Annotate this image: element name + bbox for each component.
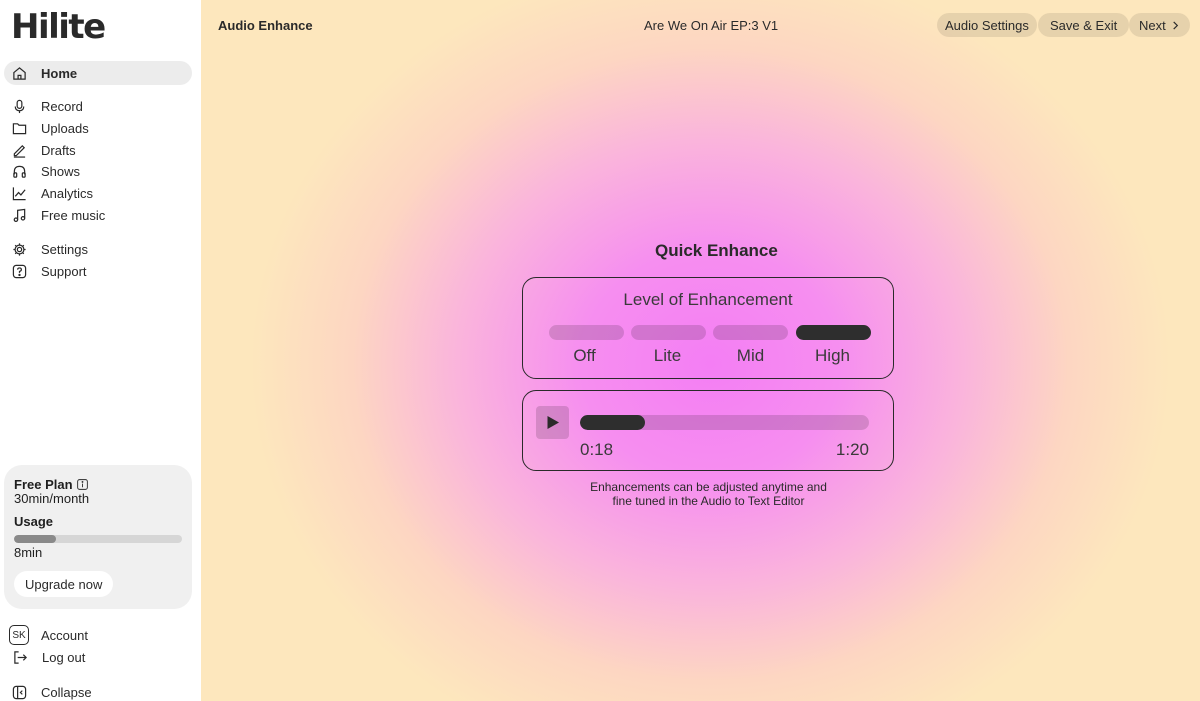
sidebar-item-record[interactable]: Record (4, 94, 192, 118)
usage-value: 8min (14, 545, 43, 560)
usage-label: Usage (14, 514, 54, 529)
save-exit-button[interactable]: Save & Exit (1038, 13, 1130, 37)
sidebar-item-label: Free music (41, 207, 106, 223)
level-off-label[interactable]: Off (547, 346, 622, 366)
sidebar-item-label: Settings (41, 241, 88, 257)
sidebar-item-account[interactable]: SK Account (4, 623, 192, 647)
folder-icon (11, 120, 27, 136)
collapse-icon (11, 684, 27, 700)
level-mid-label[interactable]: Mid (713, 346, 788, 366)
current-time: 0:18 (580, 440, 614, 459)
sidebar-item-home[interactable]: Home (4, 61, 192, 85)
audio-settings-button[interactable]: Audio Settings (937, 13, 1037, 37)
quick-enhance-title: Quick Enhance (655, 241, 778, 260)
chart-icon (11, 185, 27, 201)
sidebar-item-label: Collapse (41, 684, 92, 700)
sidebar-item-collapse[interactable]: Collapse (4, 680, 192, 701)
next-button[interactable]: Next (1129, 13, 1190, 37)
level-off-segment[interactable] (549, 325, 624, 340)
sidebar-item-label: Uploads (41, 120, 89, 136)
app-logo[interactable]: Hilite (11, 9, 106, 45)
seek-bar[interactable] (580, 415, 869, 430)
headphones-icon (11, 163, 27, 179)
level-high-segment[interactable] (796, 325, 871, 340)
sidebar-item-label: Drafts (41, 142, 76, 158)
level-lite-segment[interactable] (631, 325, 706, 340)
enhancement-note: Enhancements can be adjusted anytime and… (590, 480, 827, 508)
gear-icon (11, 241, 27, 257)
enhancement-level-selector: Level of Enhancement Off Lite Mid High (522, 277, 894, 379)
plan-allowance: 30min/month (14, 491, 90, 506)
help-icon (11, 263, 27, 279)
chevron-right-icon (1173, 20, 1178, 30)
sidebar-item-logout[interactable]: Log out (4, 645, 192, 669)
sidebar-item-settings[interactable]: Settings (4, 237, 192, 261)
upgrade-button[interactable]: Upgrade now (14, 571, 114, 597)
page-title: Audio Enhance (218, 18, 313, 33)
episode-title: Are We On Air EP:3 V1 (644, 18, 779, 33)
plan-card: Free Plan 30min/month Usage 8min Upgrade… (4, 465, 192, 609)
sidebar-item-label: Support (41, 263, 87, 279)
music-icon (11, 207, 27, 223)
sidebar-item-analytics[interactable]: Analytics (4, 181, 192, 205)
play-button[interactable] (536, 406, 569, 439)
level-mid-segment[interactable] (713, 325, 788, 340)
info-icon[interactable] (76, 479, 88, 490)
sidebar-item-label: Home (41, 65, 78, 81)
pencil-icon (11, 142, 27, 158)
sidebar-item-label: Shows (41, 163, 81, 179)
total-time: 1:20 (835, 440, 869, 459)
audio-player: 0:18 1:20 (522, 390, 894, 471)
seek-bar-fill (580, 415, 646, 430)
sidebar-item-support[interactable]: Support (4, 259, 192, 283)
level-heading: Level of Enhancement (623, 290, 793, 309)
mic-icon (11, 98, 27, 114)
next-label: Next (1139, 17, 1166, 33)
sidebar-item-label: Analytics (41, 185, 94, 201)
plan-name: Free Plan (14, 477, 73, 492)
avatar: SK (9, 625, 29, 645)
sidebar: Hilite Home Record Uploads Drafts Shows (0, 0, 201, 701)
sidebar-item-shows[interactable]: Shows (4, 159, 192, 183)
sidebar-item-label: Log out (42, 649, 86, 665)
sidebar-item-label: Account (41, 627, 88, 643)
home-icon (11, 65, 27, 81)
sidebar-item-label: Record (41, 98, 83, 114)
level-high-label[interactable]: High (795, 346, 870, 366)
sidebar-item-free-music[interactable]: Free music (4, 203, 192, 227)
main-area: Audio Enhance Are We On Air EP:3 V1 Audi… (201, 0, 1200, 701)
sidebar-item-uploads[interactable]: Uploads (4, 116, 192, 140)
logout-icon (12, 649, 28, 665)
plan-title: Free Plan (14, 477, 88, 492)
play-icon (547, 416, 559, 429)
usage-bar (14, 535, 182, 543)
usage-bar-fill (14, 535, 56, 543)
level-lite-label[interactable]: Lite (630, 346, 705, 366)
